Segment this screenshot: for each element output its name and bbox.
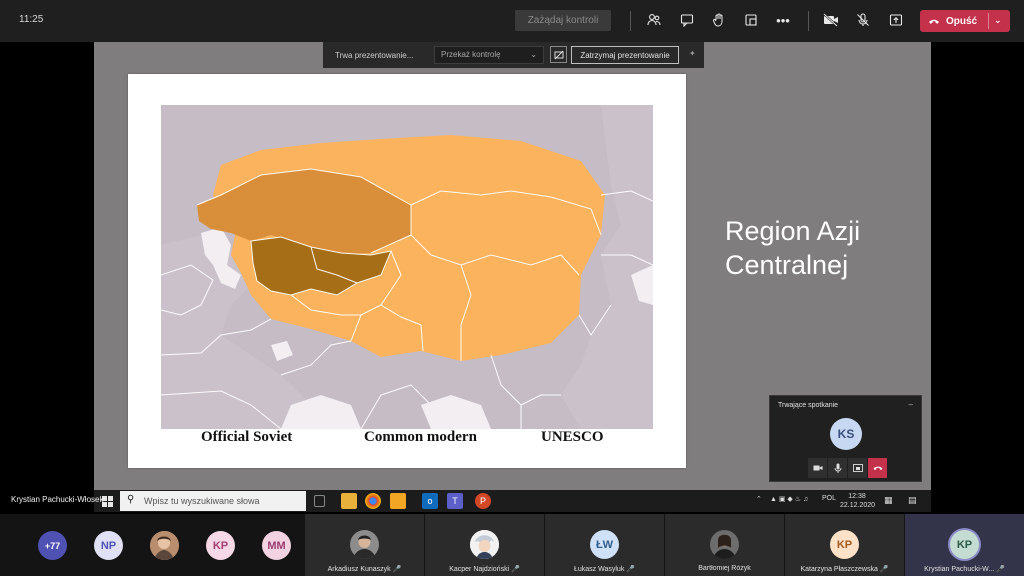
avatar: KS — [830, 418, 862, 450]
give-control-label: Przekaż kontrolę — [441, 50, 501, 59]
meeting-toolbar: 11:25 Zażądaj kontroli ••• Opuść ⌄ — [0, 0, 1024, 42]
avatar: KP — [950, 530, 979, 559]
avatar[interactable] — [150, 531, 179, 560]
caption-official-soviet: Official Soviet — [201, 429, 293, 441]
chrome-icon[interactable] — [365, 493, 381, 509]
avatar — [710, 530, 739, 559]
avatar[interactable]: MM — [262, 531, 291, 560]
taskbar-time: 12:38 — [848, 493, 866, 500]
caption-common-modern: Common modern — [364, 429, 477, 441]
participant-name: Bartłomiej Różyk — [698, 565, 751, 572]
participant-name: Katarzyna Płaszczewska 🎤 — [800, 566, 889, 573]
language-indicator[interactable]: POL — [822, 495, 836, 502]
camera-off-icon[interactable] — [822, 11, 840, 29]
outlook-icon[interactable]: o — [422, 493, 438, 509]
chat-icon[interactable] — [678, 11, 696, 29]
ongoing-meeting-window[interactable]: Trwające spotkanie – KS — [769, 395, 922, 482]
participant-tile[interactable]: Bartłomiej Różyk — [665, 514, 784, 576]
leave-label: Opuść — [946, 15, 978, 27]
mini-controls — [808, 458, 888, 478]
participant-tile[interactable]: KP Katarzyna Płaszczewska 🎤 — [785, 514, 904, 576]
share-icon[interactable] — [848, 458, 867, 478]
share-icon[interactable] — [887, 11, 905, 29]
breakout-icon[interactable] — [742, 11, 760, 29]
meet-now-icon[interactable]: ▦ — [884, 495, 893, 506]
raise-hand-icon[interactable] — [710, 11, 728, 29]
mic-off-icon: 🎤 — [511, 566, 520, 573]
taskbar-date: 22.12.2020 — [840, 502, 876, 509]
include-audio-icon[interactable] — [550, 46, 567, 63]
windows-start-icon[interactable] — [102, 496, 113, 507]
mic-off-icon: 🎤 — [879, 566, 889, 573]
participant-tile[interactable]: ŁW Łukasz Wasyluk 🎤 — [545, 514, 664, 576]
toolbar-divider — [630, 11, 631, 31]
pin-icon[interactable]: ✦ — [689, 49, 696, 58]
central-asia-map — [161, 105, 653, 429]
mic-icon[interactable] — [828, 458, 847, 478]
avatar: KP — [830, 530, 859, 559]
mic-off-icon: 🎤 — [626, 566, 635, 573]
slide: Official Soviet Common modern UNESCO — [128, 74, 686, 468]
task-view-icon[interactable] — [314, 495, 325, 507]
participant-tile[interactable]: Kacper Najdzioński 🎤 — [425, 514, 544, 576]
ongoing-meeting-header: Trwające spotkanie — [778, 402, 839, 409]
hangup-icon[interactable] — [868, 458, 887, 478]
participant-name: Kacper Najdzioński 🎤 — [449, 566, 520, 573]
caption-unesco: UNESCO — [541, 429, 604, 441]
tray-chevron-icon[interactable]: ⌃ — [756, 495, 762, 503]
slide-title: Region Azji Centralnej — [725, 216, 861, 280]
chevron-down-icon[interactable]: ⌄ — [994, 15, 1002, 26]
avatar — [350, 530, 379, 559]
presenter-name: Krystian Pachucki-Włosek — [11, 495, 104, 504]
stop-presenting-button[interactable]: Zatrzymaj prezentowanie — [571, 46, 679, 64]
participant-tile[interactable]: Arkadiusz Kunaszyk 🎤 — [305, 514, 424, 576]
participant-tile-self[interactable]: KP Krystian Pachucki-W... 🎤 — [905, 514, 1024, 576]
mic-off-icon: 🎤 — [996, 566, 1005, 573]
meeting-timer: 11:25 — [19, 14, 44, 25]
more-icon[interactable]: ••• — [774, 11, 792, 29]
store-icon[interactable] — [390, 493, 406, 509]
avatar — [470, 530, 499, 559]
map-captions: Official Soviet Common modern UNESCO — [161, 427, 653, 441]
search-icon: ⚲ — [127, 494, 135, 505]
file-explorer-icon[interactable] — [341, 493, 357, 509]
participant-name: Krystian Pachucki-W... 🎤 — [924, 566, 1005, 573]
taskbar-search-placeholder: Wpisz tu wyszukiwane słowa — [144, 496, 260, 506]
taskbar-clock[interactable]: 12:38 22.12.2020 — [840, 492, 876, 510]
phone-icon — [929, 19, 939, 24]
powerpoint-icon[interactable]: P — [475, 493, 491, 509]
participants-strip: +77 NP KP MM Arkadiusz Kunaszyk 🎤 Kacper… — [0, 514, 1024, 576]
chevron-down-icon: ⌄ — [530, 50, 537, 59]
leave-button[interactable]: Opuść ⌄ — [920, 10, 1010, 32]
mic-off-icon: 🎤 — [392, 566, 402, 573]
mic-off-icon[interactable] — [854, 11, 872, 29]
map-image — [161, 105, 653, 429]
participant-name: Arkadiusz Kunaszyk 🎤 — [327, 566, 402, 573]
avatar[interactable]: KP — [206, 531, 235, 560]
minimize-icon[interactable]: – — [909, 400, 913, 409]
toolbar-divider — [808, 11, 809, 31]
presenting-status: Trwa prezentowanie... — [335, 51, 414, 60]
give-control-dropdown[interactable]: Przekaż kontrolę ⌄ — [434, 46, 544, 64]
tray-icons[interactable]: ▲ ▣ ◆ ♨ ♫ — [770, 495, 808, 503]
avatar: ŁW — [590, 530, 619, 559]
participant-name: Łukasz Wasyluk 🎤 — [574, 566, 635, 573]
request-control-button[interactable]: Zażądaj kontroli — [515, 10, 611, 31]
windows-taskbar: ⚲ Wpisz tu wyszukiwane słowa o T P ⌃ ▲ ▣… — [94, 490, 931, 512]
camera-icon[interactable] — [808, 458, 827, 478]
avatar[interactable]: NP — [94, 531, 123, 560]
presenting-toolbar: Trwa prezentowanie... Przekaż kontrolę ⌄… — [323, 42, 704, 68]
more-participants-button[interactable]: +77 — [38, 531, 67, 560]
taskbar-search-input[interactable]: ⚲ Wpisz tu wyszukiwane słowa — [120, 491, 306, 511]
teams-meeting-window: 11:25 Zażądaj kontroli ••• Opuść ⌄ Offic… — [0, 0, 1024, 576]
teams-icon[interactable]: T — [447, 493, 463, 509]
participants-icon[interactable] — [645, 11, 663, 29]
notifications-icon[interactable]: ▤ — [908, 495, 917, 506]
